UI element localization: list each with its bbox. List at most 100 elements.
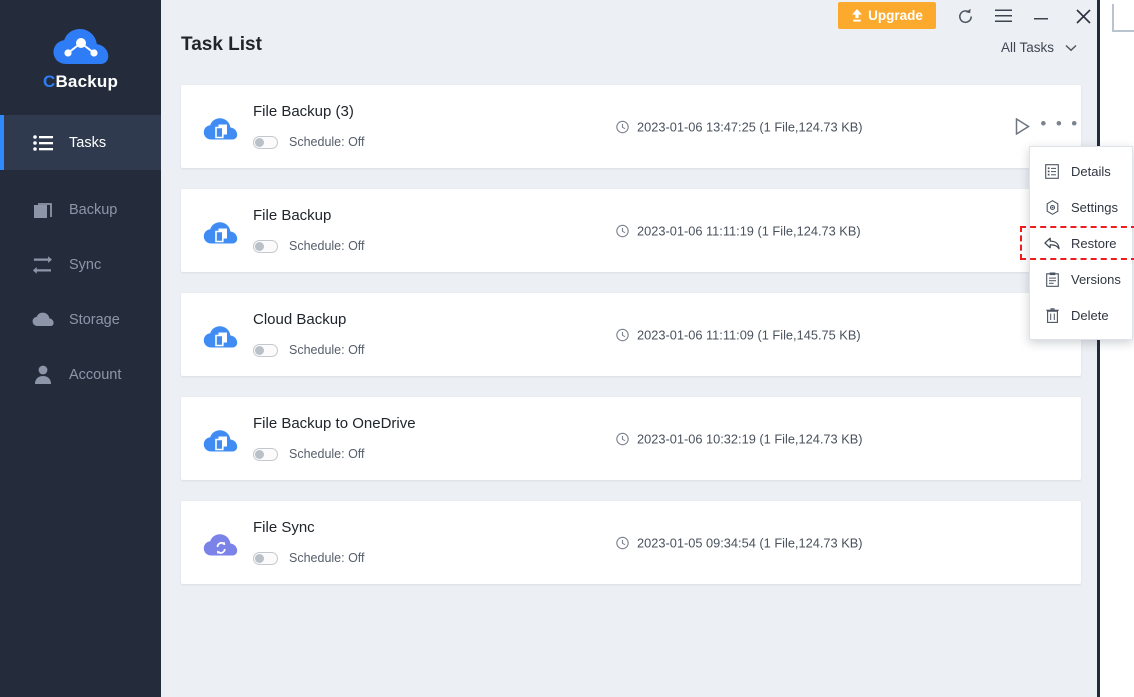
schedule-toggle[interactable] (253, 447, 278, 461)
task-name: Cloud Backup (253, 311, 347, 328)
page-title: Task List (181, 34, 262, 55)
clock-icon (616, 224, 629, 237)
cbackup-cloud-logo-icon (53, 29, 108, 64)
application-window: CBackup Tasks Backup Sync Storage Accoun… (0, 0, 1100, 697)
task-meta: 2023-01-06 11:11:09 (1 File,145.75 KB) (616, 327, 861, 342)
cloud-backup-icon (203, 117, 238, 139)
task-timestamp: 2023-01-06 11:11:09 (1 File,145.75 KB) (637, 327, 861, 342)
table-row[interactable]: File Backup to OneDrive Schedule: Off 20… (181, 397, 1081, 480)
task-filter-dropdown[interactable]: All Tasks (1001, 40, 1077, 55)
sidebar-item-storage[interactable]: Storage (0, 292, 161, 347)
table-row[interactable]: File Backup Schedule: Off 2023-01-06 11:… (181, 189, 1081, 272)
table-row[interactable]: File Backup (3) Schedule: Off 2023-01-06… (181, 85, 1081, 168)
list-icon (32, 132, 54, 154)
cloud-backup-icon (203, 325, 238, 347)
sidebar-item-label: Storage (69, 311, 120, 328)
sidebar-item-label: Account (69, 366, 122, 383)
logo-word-backup: Backup (55, 72, 119, 91)
sidebar-item-label: Backup (69, 201, 118, 218)
cloud-backup-icon (203, 429, 238, 451)
menu-item-restore[interactable]: Restore (1020, 225, 1134, 261)
schedule-toggle[interactable] (253, 239, 278, 253)
clock-icon (616, 432, 629, 445)
schedule-label: Schedule: Off (289, 447, 365, 461)
menu-item-label: Settings (1071, 199, 1118, 215)
upload-arrow-icon (852, 9, 863, 22)
task-name: File Backup (253, 207, 332, 224)
schedule-toggle[interactable] (253, 551, 278, 565)
title-bar: Upgrade (161, 0, 1100, 30)
logo-letter-c: C (42, 72, 56, 91)
schedule-row: Schedule: Off (253, 447, 365, 461)
hamburger-menu-icon[interactable] (991, 4, 1015, 28)
clock-icon (616, 328, 629, 341)
task-name: File Backup (3) (253, 103, 354, 120)
row-actions: • • • (1005, 112, 1081, 142)
trash-icon (1044, 307, 1060, 323)
sidebar-item-tasks[interactable]: Tasks (0, 115, 161, 170)
schedule-label: Schedule: Off (289, 135, 365, 149)
upgrade-button[interactable]: Upgrade (838, 2, 936, 29)
menu-item-versions[interactable]: Versions (1030, 261, 1132, 297)
refresh-icon[interactable] (953, 4, 977, 28)
backup-icon (32, 199, 54, 221)
sidebar-item-sync[interactable]: Sync (0, 237, 161, 292)
schedule-row: Schedule: Off (253, 239, 365, 253)
schedule-toggle[interactable] (253, 343, 278, 357)
menu-item-details[interactable]: Details (1030, 153, 1132, 189)
schedule-label: Schedule: Off (289, 239, 365, 253)
menu-item-label: Delete (1071, 307, 1109, 323)
sidebar-item-label: Sync (69, 256, 102, 273)
task-meta: 2023-01-06 11:11:19 (1 File,124.73 KB) (616, 223, 861, 238)
task-meta: 2023-01-05 09:34:54 (1 File,124.73 KB) (616, 535, 863, 550)
settings-gear-icon (1044, 199, 1060, 215)
task-filter-value: All Tasks (1001, 40, 1055, 55)
restore-arrow-icon (1044, 235, 1060, 251)
clock-icon (616, 120, 629, 133)
schedule-label: Schedule: Off (289, 551, 365, 565)
schedule-row: Schedule: Off (253, 551, 365, 565)
task-name: File Sync (253, 519, 315, 536)
task-context-menu: Details Settings Restore Versions Delete (1020, 146, 1134, 340)
task-timestamp: 2023-01-06 11:11:19 (1 File,124.73 KB) (637, 223, 861, 238)
cloud-icon (32, 309, 54, 331)
app-logo: CBackup (0, 0, 161, 115)
schedule-row: Schedule: Off (253, 135, 365, 149)
chevron-down-icon (1065, 44, 1077, 51)
task-list: File Backup (3) Schedule: Off 2023-01-06… (181, 85, 1081, 605)
table-row[interactable]: Cloud Backup Schedule: Off 2023-01-06 11… (181, 293, 1081, 376)
close-icon[interactable] (1071, 4, 1095, 28)
task-timestamp: 2023-01-05 09:34:54 (1 File,124.73 KB) (637, 535, 863, 550)
task-meta: 2023-01-06 10:32:19 (1 File,124.73 KB) (616, 431, 863, 446)
sidebar-item-account[interactable]: Account (0, 347, 161, 402)
play-icon[interactable] (1005, 112, 1039, 142)
sidebar: CBackup Tasks Backup Sync Storage Accoun… (0, 0, 161, 697)
task-meta: 2023-01-06 13:47:25 (1 File,124.73 KB) (616, 119, 863, 134)
task-timestamp: 2023-01-06 13:47:25 (1 File,124.73 KB) (637, 119, 863, 134)
task-timestamp: 2023-01-06 10:32:19 (1 File,124.73 KB) (637, 431, 863, 446)
sync-icon (32, 254, 54, 276)
schedule-label: Schedule: Off (289, 343, 365, 357)
menu-item-label: Restore (1071, 235, 1117, 251)
window-right-border (1097, 0, 1100, 697)
menu-item-settings[interactable]: Settings (1030, 189, 1132, 225)
menu-item-delete[interactable]: Delete (1030, 297, 1132, 333)
menu-item-label: Details (1071, 163, 1111, 179)
cloud-backup-icon (203, 221, 238, 243)
upgrade-button-label: Upgrade (868, 8, 923, 23)
corner-marker (1112, 4, 1134, 32)
task-name: File Backup to OneDrive (253, 415, 416, 432)
versions-clipboard-icon (1044, 271, 1060, 287)
sidebar-item-backup[interactable]: Backup (0, 182, 161, 237)
ellipsis-icon[interactable]: • • • (1039, 112, 1081, 142)
main-content: Upgrade Task List All Tasks File Backup … (161, 0, 1100, 697)
minimize-icon[interactable] (1029, 4, 1053, 28)
app-logo-text: CBackup (43, 72, 118, 92)
cloud-sync-icon (203, 533, 238, 555)
menu-item-label: Versions (1071, 271, 1121, 287)
table-row[interactable]: File Sync Schedule: Off 2023-01-05 09:34… (181, 501, 1081, 584)
schedule-toggle[interactable] (253, 135, 278, 149)
person-icon (32, 364, 54, 386)
sidebar-item-label: Tasks (69, 134, 107, 151)
